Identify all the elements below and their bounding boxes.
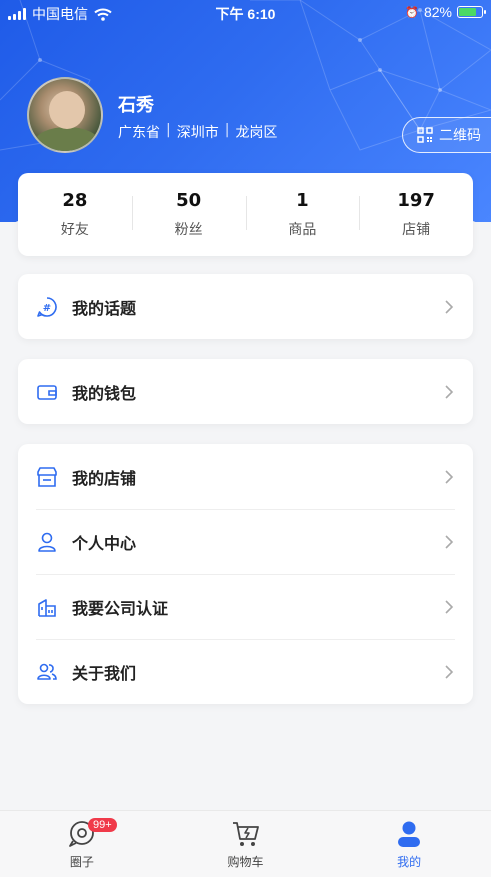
status-bar: 中国电信 下午 6:10 ⏰ 82% — [0, 0, 491, 26]
separator: | — [224, 122, 230, 138]
menu-item-company[interactable]: 我要公司认证 — [18, 574, 473, 639]
city: 深圳市 — [176, 125, 219, 141]
user-location: 广东省 | 深圳市 | 龙岗区 — [118, 122, 277, 142]
tab-circle[interactable]: 99+ 圈子 — [0, 811, 164, 877]
menu-item-label: 我要公司认证 — [72, 598, 169, 618]
chevron-right-icon — [445, 469, 454, 484]
province: 广东省 — [118, 125, 160, 141]
menu-item-label: 我的钱包 — [72, 383, 137, 403]
notification-badge: 99+ — [88, 818, 117, 832]
user-profile-icon — [398, 821, 421, 847]
settings-card: 我的店铺 个人中心 我要公司认证 关于我们 — [18, 444, 473, 704]
stat-label: 商品 — [288, 222, 317, 238]
hashtag-icon: # — [36, 296, 58, 318]
battery-icon — [457, 6, 486, 18]
menu-item-label: 我的店铺 — [72, 468, 137, 488]
menu-item-shop[interactable]: 我的店铺 — [18, 444, 473, 509]
wallet-icon — [36, 381, 58, 403]
stat-label: 店铺 — [402, 222, 431, 238]
alarm-icon: ⏰ — [405, 6, 419, 19]
separator: | — [166, 122, 171, 138]
menu-item-label: 我的话题 — [72, 298, 137, 318]
stats-card: 28 好友 50 粉丝 1 商品 197 店铺 — [18, 173, 473, 256]
tab-label: 购物车 — [227, 855, 264, 869]
stat-value: 197 — [397, 190, 435, 211]
shopping-cart-icon — [232, 822, 259, 846]
qr-code-button[interactable]: 二维码 — [402, 117, 491, 153]
shop-icon — [36, 466, 58, 488]
chevron-right-icon — [445, 384, 454, 399]
chevron-right-icon — [445, 299, 454, 314]
stat-value: 1 — [296, 190, 309, 211]
stat-friends[interactable]: 28 好友 — [18, 190, 132, 239]
chevron-right-icon — [445, 664, 454, 679]
tab-mine[interactable]: 我的 — [327, 811, 491, 877]
stat-value: 50 — [176, 190, 202, 211]
tab-label: 圈子 — [69, 855, 94, 869]
user-name: 石秀 — [118, 95, 154, 116]
stat-products[interactable]: 1 商品 — [245, 190, 360, 239]
menu-item-label: 关于我们 — [72, 663, 137, 683]
battery-percent: 82% — [423, 4, 452, 20]
stat-shops[interactable]: 197 店铺 — [359, 190, 473, 239]
topics-card: # 我的话题 — [18, 274, 473, 339]
qr-code-label: 二维码 — [439, 128, 481, 144]
qr-code-icon — [417, 127, 433, 143]
tab-cart[interactable]: 购物车 — [164, 811, 328, 877]
building-icon — [36, 596, 58, 618]
avatar[interactable] — [27, 77, 103, 153]
stat-value: 28 — [62, 190, 88, 211]
menu-item-label: 个人中心 — [72, 533, 137, 553]
stat-label: 好友 — [60, 222, 89, 238]
tab-bar: 99+ 圈子 购物车 我的 — [0, 810, 491, 877]
users-icon — [36, 661, 58, 683]
user-icon — [36, 531, 58, 553]
tab-label: 我的 — [397, 855, 422, 869]
menu-item-wallet[interactable]: 我的钱包 — [18, 359, 473, 424]
menu-item-topics[interactable]: # 我的话题 — [18, 274, 473, 339]
svg-text:#: # — [43, 303, 51, 314]
menu-item-personal[interactable]: 个人中心 — [18, 509, 473, 574]
menu-item-about[interactable]: 关于我们 — [18, 639, 473, 704]
wallet-card: 我的钱包 — [18, 359, 473, 424]
chevron-right-icon — [445, 534, 454, 549]
stat-label: 粉丝 — [174, 222, 203, 238]
chevron-right-icon — [445, 599, 454, 614]
stat-fans[interactable]: 50 粉丝 — [131, 190, 246, 239]
district: 龙岗区 — [235, 125, 278, 141]
